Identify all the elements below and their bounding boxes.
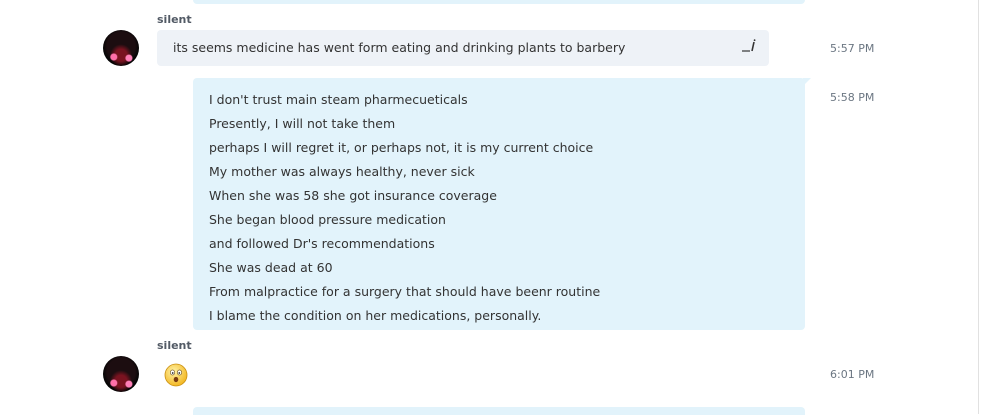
message-line: perhaps I will regret it, or perhaps not… [209,140,594,155]
message-line: From malpractice for a surgery that shou… [209,284,601,299]
message-line: Presently, I will not take them [209,116,396,131]
sender-name[interactable]: silent [157,339,192,352]
message-line: and followed Dr's recommendations [209,236,435,251]
previous-message-bubble[interactable] [193,0,805,4]
avatar[interactable] [103,356,139,392]
message-line: She was dead at 60 [209,260,333,275]
message-bubble-incoming[interactable]: its seems medicine has went form eating … [157,30,769,66]
bubble-tail [803,78,811,86]
message-line: I don't trust main steam pharmecueticals [209,92,468,107]
message-timestamp: 5:58 PM [830,91,875,104]
sender-name[interactable]: silent [157,13,192,26]
pane-divider [978,0,979,414]
message-line: When she was 58 she got insurance covera… [209,188,497,203]
message-line: She began blood pressure medication [209,212,446,227]
message-timestamp: 5:57 PM [830,42,875,55]
edit-icon[interactable] [741,39,757,53]
message-line: I blame the condition on her medications… [209,308,542,323]
message-timestamp: 6:01 PM [830,368,875,381]
message-line: My mother was always healthy, never sick [209,164,475,179]
message-bubble-outgoing[interactable]: I don't trust main steam pharmecueticals… [193,78,811,330]
avatar[interactable] [103,30,139,66]
message-text: its seems medicine has went form eating … [173,40,626,55]
surprised-face-emoji[interactable] [164,363,188,387]
